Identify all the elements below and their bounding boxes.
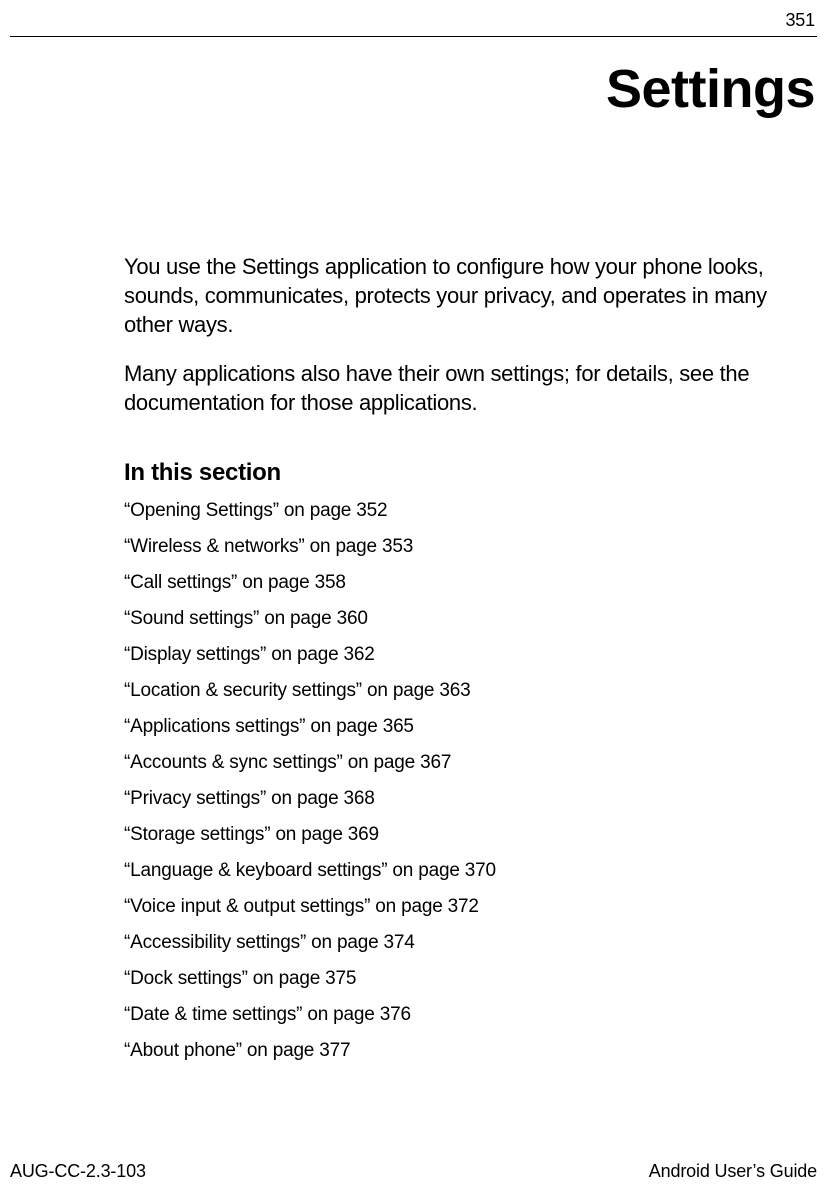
toc-item[interactable]: “Accessibility settings” on page 374	[124, 933, 807, 952]
intro-paragraph: You use the Settings application to conf…	[124, 252, 807, 339]
toc-item[interactable]: “Display settings” on page 362	[124, 645, 807, 664]
toc-item[interactable]: “Opening Settings” on page 352	[124, 501, 807, 520]
toc-item[interactable]: “Privacy settings” on page 368	[124, 789, 807, 808]
content-area: You use the Settings application to conf…	[124, 252, 807, 1077]
footer: AUG-CC-2.3-103 Android User’s Guide	[10, 1161, 817, 1182]
page-number: 351	[785, 10, 815, 31]
top-rule	[10, 36, 817, 37]
toc-item[interactable]: “Storage settings” on page 369	[124, 825, 807, 844]
toc-item[interactable]: “About phone” on page 377	[124, 1041, 807, 1060]
toc-item[interactable]: “Sound settings” on page 360	[124, 609, 807, 628]
toc-item[interactable]: “Applications settings” on page 365	[124, 717, 807, 736]
page-title: Settings	[606, 58, 815, 120]
toc-list: “Opening Settings” on page 352 “Wireless…	[124, 501, 807, 1060]
toc-item[interactable]: “Accounts & sync settings” on page 367	[124, 753, 807, 772]
toc-item[interactable]: “Call settings” on page 358	[124, 573, 807, 592]
footer-doc-id: AUG-CC-2.3-103	[10, 1161, 146, 1182]
toc-item[interactable]: “Date & time settings” on page 376	[124, 1005, 807, 1024]
section-heading: In this section	[124, 459, 807, 487]
intro-paragraph: Many applications also have their own se…	[124, 359, 807, 417]
toc-item[interactable]: “Voice input & output settings” on page …	[124, 897, 807, 916]
toc-item[interactable]: “Language & keyboard settings” on page 3…	[124, 861, 807, 880]
footer-doc-title: Android User’s Guide	[649, 1161, 817, 1182]
toc-item[interactable]: “Dock settings” on page 375	[124, 969, 807, 988]
toc-item[interactable]: “Location & security settings” on page 3…	[124, 681, 807, 700]
toc-item[interactable]: “Wireless & networks” on page 353	[124, 537, 807, 556]
